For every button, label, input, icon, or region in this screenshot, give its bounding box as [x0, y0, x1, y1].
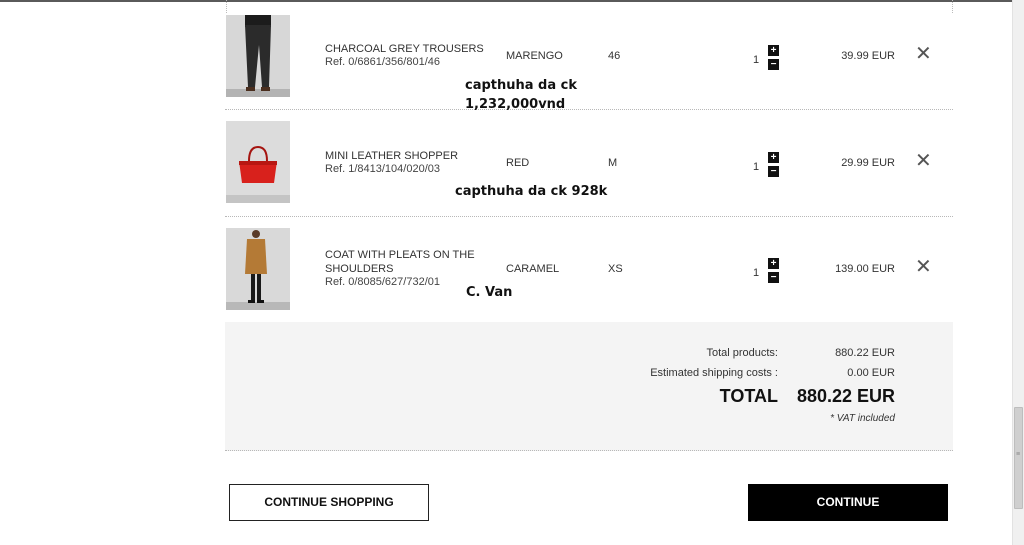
scrollbar-thumb[interactable]: ≡ — [1014, 407, 1023, 509]
product-name[interactable]: MINI LEATHER SHOPPER — [325, 150, 485, 164]
product-color: CARAMEL — [506, 263, 560, 275]
product-color: MARENGO — [506, 50, 563, 62]
cart-item-row: CHARCOAL GREY TROUSERS Ref. 0/6861/356/8… — [225, 2, 953, 110]
cart-item-row: COAT WITH PLEATS ON THE SHOULDERS Ref. 0… — [225, 216, 953, 324]
vertical-scrollbar[interactable]: ≡ — [1012, 0, 1024, 545]
close-icon[interactable]: ✕ — [915, 151, 932, 171]
total-value: 880.22 EUR — [796, 386, 895, 406]
bag-image — [226, 121, 290, 203]
product-ref: Ref. 0/8085/627/732/01 — [325, 276, 440, 288]
product-image-trousers[interactable] — [226, 15, 290, 97]
shipping-label: Estimated shipping costs : — [650, 367, 778, 379]
plus-icon[interactable]: + — [768, 152, 779, 163]
product-size: M — [608, 157, 618, 169]
close-icon[interactable]: ✕ — [915, 44, 932, 64]
grip-icon: ≡ — [1016, 451, 1021, 458]
product-price: 139.00 EUR — [835, 263, 895, 275]
shipping-value: 0.00 EUR — [847, 367, 895, 379]
minus-icon[interactable]: − — [768, 166, 779, 177]
annotation-line: capthuha da ck — [465, 78, 578, 93]
product-size: XS — [608, 263, 623, 275]
product-quantity: 1 — [753, 161, 760, 173]
annotation-line: 1,232,000vnd — [465, 97, 566, 112]
minus-icon[interactable]: − — [768, 272, 779, 283]
coat-image — [226, 228, 290, 310]
total-products-value: 880.22 EUR — [835, 347, 895, 359]
minus-icon[interactable]: − — [768, 59, 779, 70]
total-label: TOTAL — [719, 386, 778, 406]
total-products-label: Total products: — [706, 347, 778, 359]
product-quantity: 1 — [753, 267, 760, 279]
order-summary: Total products: 880.22 EUR Estimated shi… — [225, 322, 953, 451]
product-ref: Ref. 0/6861/356/801/46 — [325, 56, 440, 68]
product-size: 46 — [608, 50, 621, 62]
product-image-coat[interactable] — [226, 228, 290, 310]
product-ref: Ref. 1/8413/104/020/03 — [325, 163, 440, 175]
annotation-note: capthuha da ck 928k — [455, 184, 608, 199]
product-name[interactable]: CHARCOAL GREY TROUSERS — [325, 43, 485, 57]
continue-button[interactable]: CONTINUE — [748, 484, 948, 521]
plus-icon[interactable]: + — [768, 45, 779, 56]
annotation-note: capthuha da ck 1,232,000vnd — [465, 76, 577, 114]
product-image-bag[interactable] — [226, 121, 290, 203]
product-quantity: 1 — [753, 54, 760, 66]
close-icon[interactable]: ✕ — [915, 257, 932, 277]
plus-icon[interactable]: + — [768, 258, 779, 269]
vat-note: * VAT included — [830, 413, 895, 424]
product-name[interactable]: COAT WITH PLEATS ON THE SHOULDERS — [325, 249, 485, 276]
annotation-note: C. Van — [466, 285, 513, 300]
product-price: 29.99 EUR — [841, 157, 895, 169]
product-price: 39.99 EUR — [841, 50, 895, 62]
product-color: RED — [506, 157, 530, 169]
trousers-image — [226, 15, 290, 97]
continue-shopping-button[interactable]: CONTINUE SHOPPING — [229, 484, 429, 521]
